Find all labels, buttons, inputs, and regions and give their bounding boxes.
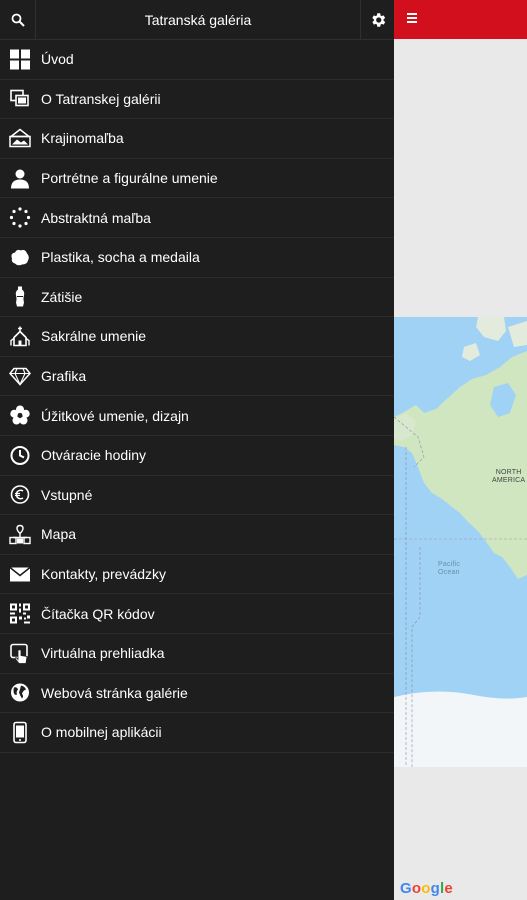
menu-item-label: Grafika xyxy=(41,368,87,385)
menu-item-label: Kontakty, prevádzky xyxy=(41,566,167,583)
phone-icon xyxy=(9,721,30,744)
search-button[interactable] xyxy=(0,0,36,40)
map-label-pacific: Pacific Ocean xyxy=(438,561,461,576)
gear-icon xyxy=(371,13,385,27)
menu-item-krajinomalba[interactable]: Krajinomaľba xyxy=(0,119,394,159)
church-icon xyxy=(9,326,30,347)
menu-item-virtualna-prehliadka[interactable]: Virtuálna prehliadka xyxy=(0,634,394,674)
drawer-title: Tatranská galéria xyxy=(144,12,252,28)
drawer-header: Tatranská galéria xyxy=(0,0,394,40)
vase-icon xyxy=(9,286,30,307)
clock-icon xyxy=(9,445,30,466)
menu-item-label: Abstraktná maľba xyxy=(41,209,151,226)
map-route-icon xyxy=(8,524,31,545)
menu-item-label: Portrétne a figurálne umenie xyxy=(41,170,218,187)
menu-item-label: Webová stránka galérie xyxy=(41,684,188,701)
app-toolbar xyxy=(394,0,527,39)
envelope-icon xyxy=(9,564,30,585)
navigation-drawer: Tatranská galéria Úvod O Tatranskej galé… xyxy=(0,0,394,900)
menu-item-label: Plastika, socha a medaila xyxy=(41,249,200,266)
landscape-icon xyxy=(8,128,31,149)
menu-item-label: O Tatranskej galérii xyxy=(41,90,161,107)
globe-icon xyxy=(9,682,30,703)
map-view[interactable]: NORTH AMERICA Pacific Ocean xyxy=(394,317,527,767)
menu-item-label: Čítačka QR kódov xyxy=(41,605,155,622)
menu-item-o-mobilnej-aplikacii[interactable]: O mobilnej aplikácii xyxy=(0,713,394,753)
google-logo: Google xyxy=(400,880,453,897)
menu-item-uvod[interactable]: Úvod xyxy=(0,40,394,80)
grid-icon xyxy=(9,49,30,70)
diamond-icon xyxy=(8,366,31,387)
map-label-north-america: NORTH AMERICA xyxy=(492,469,526,484)
menu-item-label: O mobilnej aplikácii xyxy=(41,724,162,741)
menu-item-kontakty[interactable]: Kontakty, prevádzky xyxy=(0,555,394,595)
drawer-menu: Úvod O Tatranskej galérii Krajinomaľba P… xyxy=(0,40,394,753)
flower-icon xyxy=(9,405,30,426)
menu-item-vstupne[interactable]: Vstupné xyxy=(0,476,394,516)
menu-item-webova-stranka[interactable]: Webová stránka galérie xyxy=(0,674,394,714)
menu-item-label: Úvod xyxy=(41,51,74,68)
person-icon xyxy=(9,168,30,189)
menu-item-label: Virtuálna prehliadka xyxy=(41,645,165,662)
menu-item-grafika[interactable]: Grafika xyxy=(0,357,394,397)
qr-code-icon xyxy=(9,603,30,624)
menu-item-label: Zátišie xyxy=(41,288,83,305)
euro-icon xyxy=(9,484,30,505)
dotted-circle-icon xyxy=(9,207,30,228)
menu-item-label: Úžitkové umenie, dizajn xyxy=(41,407,189,424)
menu-item-uzitkove-umenie[interactable]: Úžitkové umenie, dizajn xyxy=(0,396,394,436)
search-icon xyxy=(11,13,25,27)
menu-item-label: Krajinomaľba xyxy=(41,130,124,147)
menu-item-abstraktna-malba[interactable]: Abstraktná maľba xyxy=(0,198,394,238)
app-background: NORTH AMERICA Pacific Ocean Google xyxy=(394,0,527,900)
menu-item-mapa[interactable]: Mapa xyxy=(0,515,394,555)
menu-item-otvaracie-hodiny[interactable]: Otváracie hodiny xyxy=(0,436,394,476)
menu-item-citacka-qr[interactable]: Čítačka QR kódov xyxy=(0,594,394,634)
menu-item-plastika[interactable]: Plastika, socha a medaila xyxy=(0,238,394,278)
menu-item-label: Vstupné xyxy=(41,486,93,503)
menu-item-label: Otváracie hodiny xyxy=(41,447,147,464)
settings-button[interactable] xyxy=(360,0,394,40)
menu-item-zatisie[interactable]: Zátišie xyxy=(0,278,394,318)
sculpture-icon xyxy=(9,247,30,268)
menu-item-label: Mapa xyxy=(41,526,77,543)
menu-item-o-tatranskej-galerii[interactable]: O Tatranskej galérii xyxy=(0,80,394,120)
touch-screen-icon xyxy=(9,643,30,664)
gallery-icon xyxy=(9,88,30,109)
menu-item-label: Sakrálne umenie xyxy=(41,328,147,345)
menu-item-sakralne-umenie[interactable]: Sakrálne umenie xyxy=(0,317,394,357)
map-graphic xyxy=(394,317,527,767)
menu-item-portretne[interactable]: Portrétne a figurálne umenie xyxy=(0,159,394,199)
hamburger-menu-icon[interactable] xyxy=(407,13,417,23)
